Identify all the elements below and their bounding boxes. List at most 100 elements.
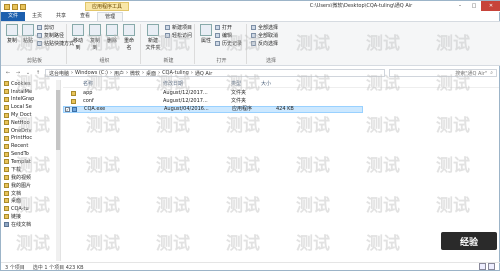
column-name[interactable]: 名称 xyxy=(83,80,93,88)
file-row[interactable]: app August/12/2017... 文件夹 xyxy=(63,90,363,97)
chevron-right-icon: › xyxy=(126,70,129,76)
breadcrumb-item[interactable]: CQA-tuling xyxy=(162,70,189,76)
minimize-button[interactable]: – xyxy=(453,1,467,11)
nav-item-label: Local Se xyxy=(11,104,32,111)
details-view-icon[interactable] xyxy=(479,263,486,270)
column-type[interactable]: 类型 xyxy=(231,80,241,88)
group-label: 选择 xyxy=(265,58,276,64)
nav-item-label: 下载 xyxy=(11,167,22,174)
quick-access-toolbar xyxy=(1,3,26,10)
nav-item[interactable]: SendTo xyxy=(1,150,60,158)
history-button[interactable]: 历史记录 xyxy=(215,40,242,47)
nav-item[interactable]: Cookies xyxy=(1,80,60,88)
open-button[interactable]: 打开 xyxy=(215,24,232,31)
invert-selection-button[interactable]: 反向选择 xyxy=(251,40,278,47)
nav-item[interactable]: InstalMe xyxy=(1,88,60,96)
column-size[interactable]: 大小 xyxy=(261,80,271,88)
large-icons-view-icon[interactable] xyxy=(488,263,495,270)
nav-item[interactable]: 文档 xyxy=(1,189,60,197)
tab-view[interactable]: 查看 xyxy=(73,12,97,21)
file-row[interactable]: conf August/12/2017... 文件夹 xyxy=(63,98,363,105)
copy-to-button[interactable]: 复制到 xyxy=(88,24,102,51)
properties-button[interactable]: 属性 xyxy=(199,24,213,44)
folder-icon xyxy=(4,89,9,95)
breadcrumb-item[interactable]: 通Q Air xyxy=(195,70,212,77)
edit-icon xyxy=(215,33,220,38)
tab-share[interactable]: 共享 xyxy=(49,12,73,21)
nav-item-label: PrintHoc xyxy=(11,135,33,142)
folder-icon xyxy=(4,213,9,219)
nav-item[interactable]: 我的图片 xyxy=(1,181,60,189)
breadcrumb-item[interactable]: 桌面 xyxy=(146,70,156,77)
address-bar[interactable]: 这台电脑 › Windows (C:) › 用户 › 微软 › 桌面 › CQA-tuli… xyxy=(45,69,385,77)
chevron-right-icon: › xyxy=(71,70,74,76)
folder-icon xyxy=(4,81,9,87)
nav-item-label: My Doct xyxy=(11,112,32,119)
copy-path-button[interactable]: 复制路径 xyxy=(37,32,64,39)
nav-scrollbar[interactable] xyxy=(56,80,60,261)
back-arrow-icon[interactable]: ← xyxy=(4,69,12,77)
file-row[interactable]: ✓ CQA.exe August/04/2016... 应用程序 424 KB xyxy=(63,106,363,113)
nav-item[interactable]: My Doct xyxy=(1,111,60,119)
new-folder-icon[interactable] xyxy=(20,3,26,10)
maximize-button[interactable]: □ xyxy=(467,1,481,11)
breadcrumb-item[interactable]: 用户 xyxy=(114,70,124,77)
delete-button[interactable]: 删除 xyxy=(105,24,119,44)
search-box[interactable]: 搜索"通Q Air" ⌕ xyxy=(389,69,497,77)
copy-to-icon xyxy=(89,24,101,36)
breadcrumb-item[interactable]: Windows (C:) xyxy=(75,70,108,76)
new-item-button[interactable]: 新建项目 xyxy=(165,24,192,31)
nav-item[interactable]: 链接 xyxy=(1,213,60,221)
title-bar: 应用程序工具 C:\Users\微软\Desktop\CQA-tuling\通Q… xyxy=(1,1,500,12)
nav-item[interactable]: IntelGrap xyxy=(1,96,60,104)
item-count: 3 个项目 xyxy=(5,265,25,271)
nav-item-label: 桌面 xyxy=(11,198,22,205)
row-checkbox[interactable]: ✓ xyxy=(65,107,70,112)
close-button[interactable]: ✕ xyxy=(481,1,500,11)
nav-item[interactable]: 下载 xyxy=(1,166,60,174)
new-folder-button[interactable]: 新建 文件夹 xyxy=(145,24,161,51)
nav-item[interactable]: 桌面 xyxy=(1,197,60,205)
nav-item[interactable]: Local Se xyxy=(1,103,60,111)
nav-item[interactable]: OneDriv xyxy=(1,127,60,135)
paste-button[interactable]: 粘贴 xyxy=(21,24,35,44)
file-type: 文件夹 xyxy=(231,98,247,104)
open-icon xyxy=(215,25,220,30)
easy-access-button[interactable]: 轻松访问 xyxy=(165,32,192,39)
select-all-button[interactable]: 全部选择 xyxy=(251,24,278,31)
tab-home[interactable]: 主页 xyxy=(25,12,49,21)
edit-button[interactable]: 编辑 xyxy=(215,32,232,39)
up-arrow-icon[interactable]: ↑ xyxy=(34,69,42,77)
rename-button[interactable]: 重命名 xyxy=(122,24,136,51)
move-to-button[interactable]: 移动到 xyxy=(71,24,85,51)
breadcrumb-item[interactable]: 这台电脑 xyxy=(49,70,69,77)
nav-item[interactable]: PrintHoc xyxy=(1,135,60,143)
select-group: 全部选择 全部取消 反向选择 选择 xyxy=(249,24,293,64)
scrollbar-thumb[interactable] xyxy=(56,90,60,150)
nav-item[interactable]: Recent xyxy=(1,142,60,150)
paste-icon xyxy=(22,24,34,36)
group-label: 组织 xyxy=(99,58,110,64)
history-icon xyxy=(215,41,220,46)
breadcrumb-item[interactable]: 微软 xyxy=(130,70,140,77)
nav-item-label: 我的图片 xyxy=(11,182,32,189)
group-label: 新建 xyxy=(163,58,174,64)
nav-item[interactable]: CQA-tu xyxy=(1,205,60,213)
select-none-button[interactable]: 全部取消 xyxy=(251,32,278,39)
open-group: 属性 打开 编辑 历史记录 打开 xyxy=(197,24,247,64)
chevron-right-icon: › xyxy=(142,70,145,76)
nav-item[interactable]: Templat xyxy=(1,158,60,166)
delete-icon xyxy=(106,24,118,36)
nav-item[interactable]: 在线文档 xyxy=(1,220,60,228)
nav-item[interactable]: 我的视频 xyxy=(1,174,60,182)
cut-button[interactable]: 剪切 xyxy=(37,24,54,31)
column-date[interactable]: 修改日期 xyxy=(163,80,183,88)
forward-arrow-icon[interactable]: → xyxy=(14,69,22,77)
recent-locations-icon[interactable]: ⌄ xyxy=(24,69,32,77)
invert-selection-icon xyxy=(251,41,256,46)
nav-item[interactable]: NetHoo xyxy=(1,119,60,127)
tab-manage[interactable]: 管理 xyxy=(97,12,124,21)
copy-button[interactable]: 复制 xyxy=(5,24,19,44)
tab-file[interactable]: 文件 xyxy=(1,12,26,21)
properties-icon[interactable] xyxy=(12,3,18,10)
